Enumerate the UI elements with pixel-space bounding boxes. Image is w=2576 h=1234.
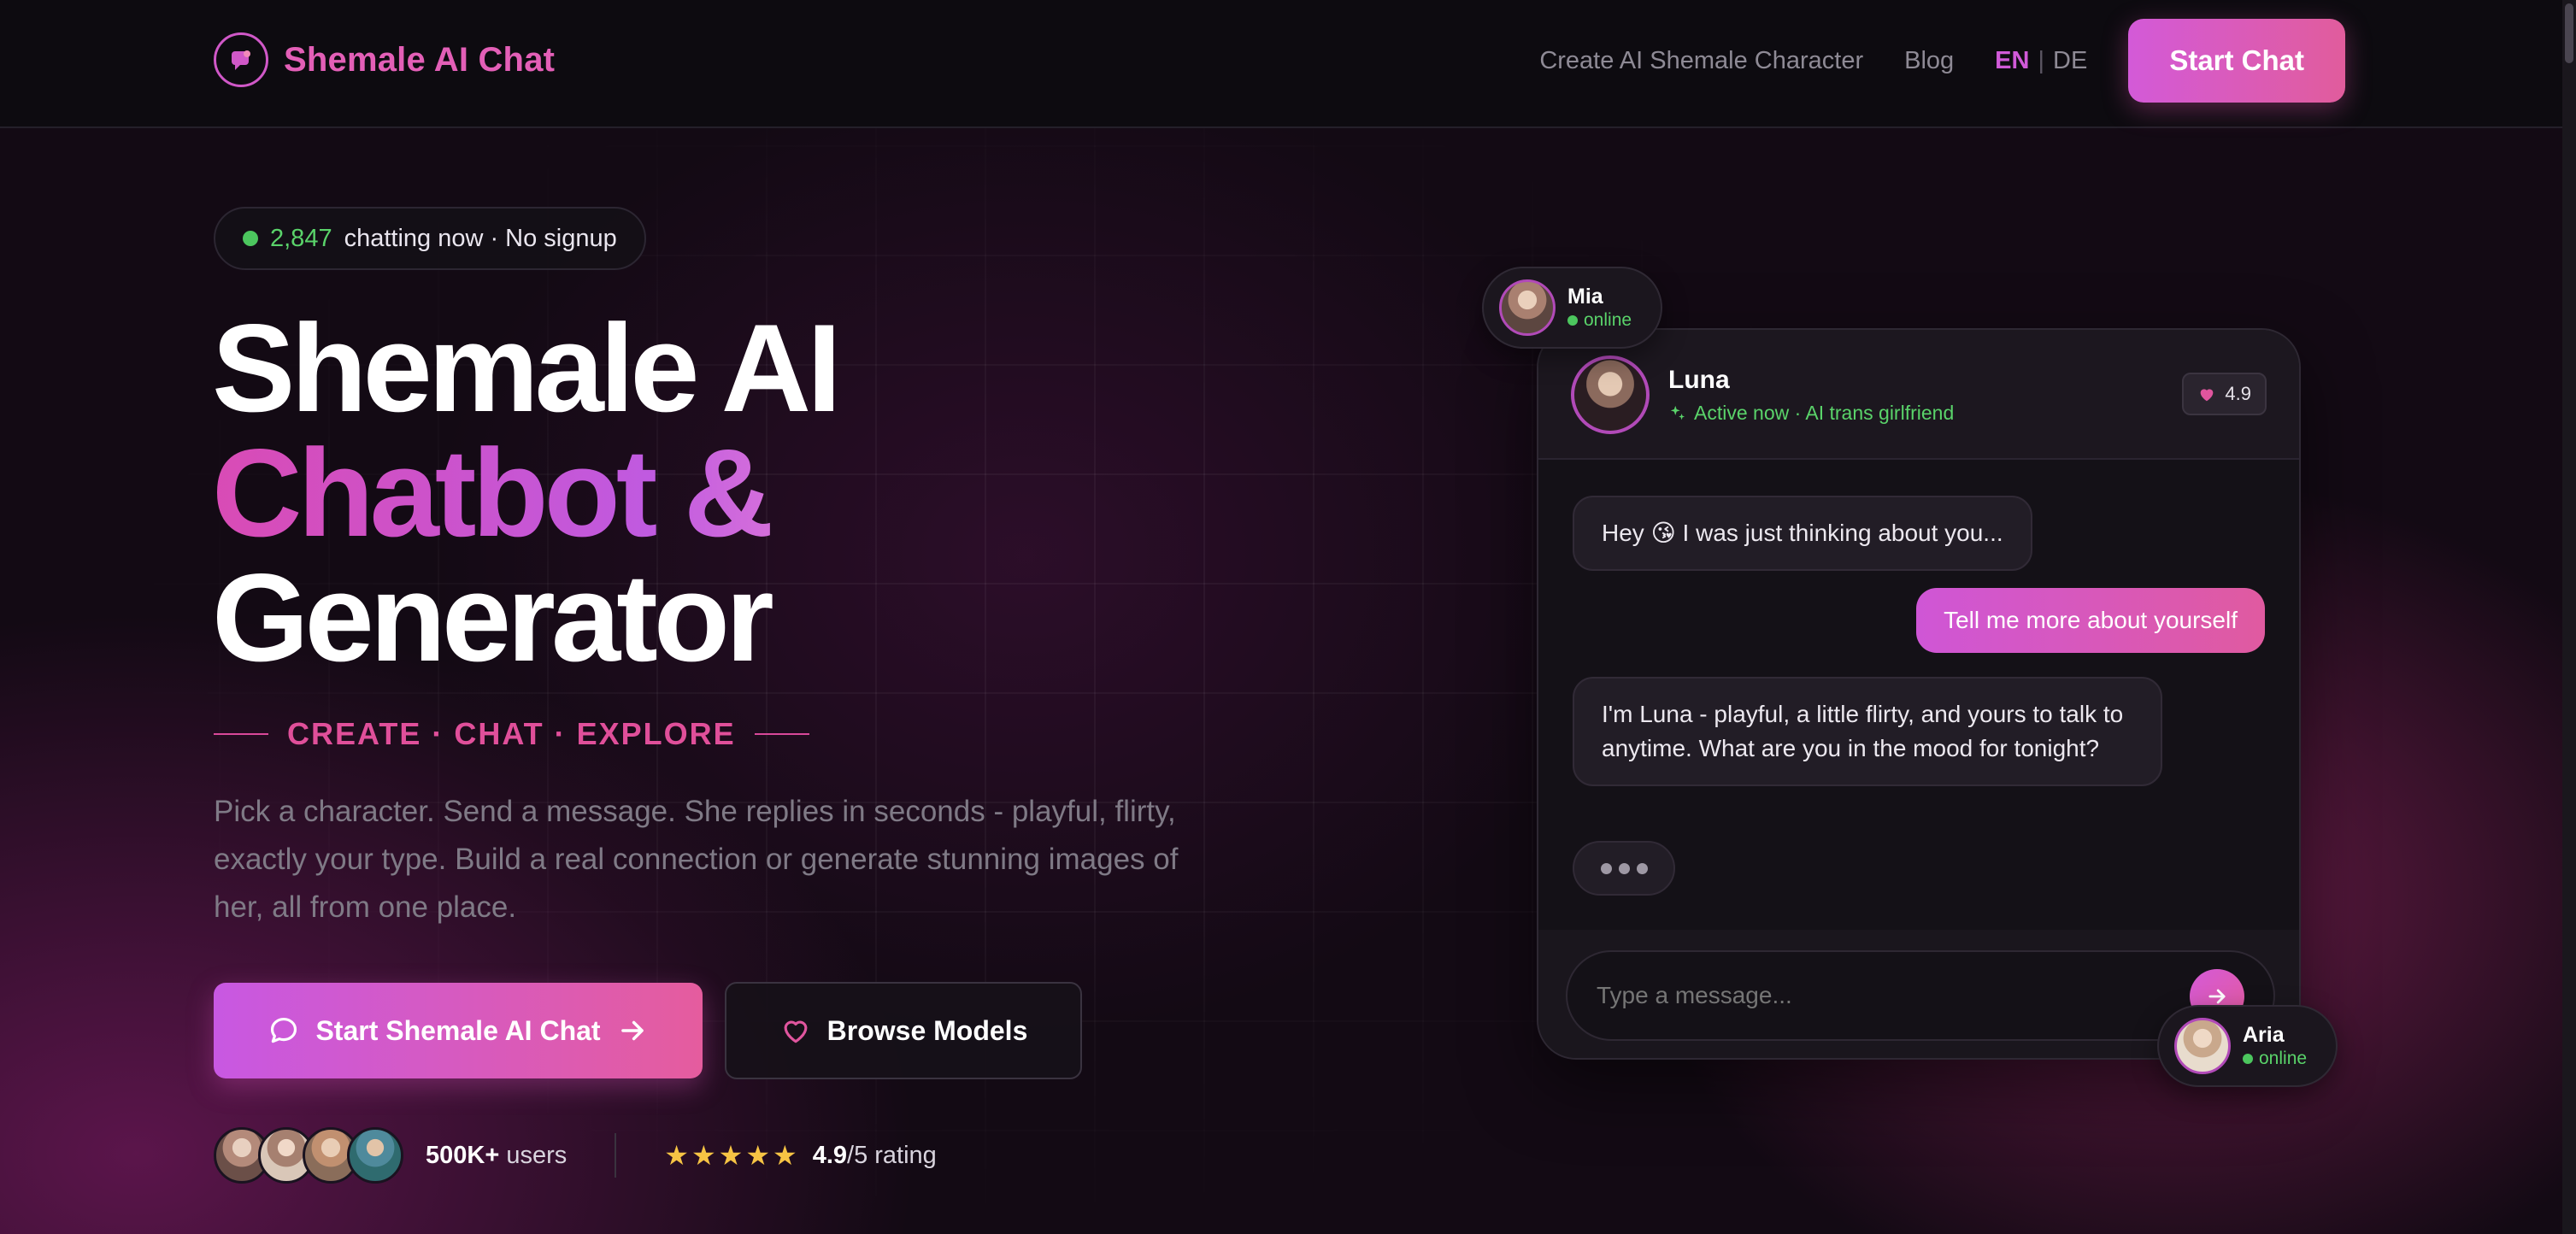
tagline-line-left bbox=[214, 733, 268, 735]
lang-en[interactable]: EN bbox=[1995, 47, 2029, 75]
star-icon: ★ bbox=[691, 1140, 716, 1171]
message-incoming: Hey 😘 I was just thinking about you... bbox=[1573, 496, 2032, 571]
hero-title: Shemale AI Chatbot & Generator bbox=[212, 298, 842, 687]
star-icon: ★ bbox=[773, 1140, 797, 1171]
hero-title-line1: Shemale AI bbox=[212, 298, 842, 438]
typing-dot bbox=[1600, 862, 1612, 874]
hero-tagline: CREATE · CHAT · EXPLORE bbox=[214, 716, 809, 752]
sparkle-icon bbox=[1670, 405, 1685, 420]
avatar bbox=[1499, 279, 1556, 336]
users-number: 500K+ bbox=[426, 1141, 500, 1169]
rating-label: /5 rating bbox=[847, 1141, 937, 1169]
online-dot-icon bbox=[243, 231, 258, 246]
rating-text: 4.9/5 rating bbox=[813, 1142, 937, 1170]
chip-name: Mia bbox=[1567, 285, 1603, 308]
floating-chip-mia[interactable]: Mia online bbox=[1482, 267, 1663, 349]
hero-title-line2: Chatbot & bbox=[212, 431, 838, 555]
message-incoming: I'm Luna - playful, a little flirty, and… bbox=[1573, 677, 2162, 786]
star-icon: ★ bbox=[745, 1140, 770, 1171]
browse-models-button[interactable]: Browse Models bbox=[725, 982, 1082, 1079]
character-rating-value: 4.9 bbox=[2225, 383, 2251, 404]
chip-status-text: online bbox=[2259, 1049, 2308, 1068]
chat-messages: Hey 😘 I was just thinking about you... T… bbox=[1538, 460, 2299, 930]
live-text: chatting now · No signup bbox=[344, 224, 617, 252]
avatar bbox=[2174, 1018, 2231, 1074]
avatar bbox=[1571, 356, 1650, 434]
tagline-text: CREATE · CHAT · EXPLORE bbox=[287, 716, 736, 751]
nav-blog[interactable]: Blog bbox=[1904, 47, 1954, 75]
site-header: Shemale AI Chat Create AI Shemale Charac… bbox=[0, 0, 2576, 128]
users-label: users bbox=[506, 1141, 568, 1169]
heart-icon bbox=[784, 1020, 808, 1043]
divider bbox=[615, 1133, 617, 1178]
chat-preview-card: Luna Active now · AI trans girlfriend 4.… bbox=[1537, 328, 2301, 1060]
chat-bubble-icon bbox=[271, 1017, 297, 1043]
browse-models-label: Browse Models bbox=[826, 1014, 1028, 1046]
chat-character-status: Active now · AI trans girlfriend bbox=[1668, 402, 1954, 425]
user-avatars bbox=[214, 1127, 403, 1184]
character-rating-chip: 4.9 bbox=[2182, 373, 2267, 415]
chip-name: Aria bbox=[2243, 1023, 2285, 1047]
users-count: 500K+ users bbox=[426, 1142, 567, 1170]
typing-dot bbox=[1636, 862, 1648, 874]
page-scrollbar[interactable] bbox=[2562, 0, 2576, 1234]
start-ai-chat-button[interactable]: Start Shemale AI Chat bbox=[214, 983, 703, 1078]
lang-separator: | bbox=[2038, 46, 2045, 74]
online-dot-icon bbox=[2243, 1054, 2253, 1064]
rating-value: 4.9 bbox=[812, 1141, 848, 1169]
chip-status: online bbox=[1567, 309, 1632, 332]
chat-status-text: Active now · AI trans girlfriend bbox=[1694, 402, 1955, 424]
star-icon: ★ bbox=[664, 1140, 689, 1171]
heart-icon bbox=[2201, 389, 2214, 402]
star-icon: ★ bbox=[718, 1140, 744, 1171]
brand-link[interactable]: Shemale AI Chat bbox=[214, 32, 555, 87]
hero-title-line3: Generator bbox=[212, 548, 774, 687]
start-ai-chat-label: Start Shemale AI Chat bbox=[315, 1014, 601, 1046]
social-proof: 500K+ users ★ ★ ★ ★ ★ 4.9/5 rating bbox=[214, 1125, 937, 1186]
rating-stars: ★ ★ ★ ★ ★ bbox=[664, 1139, 797, 1172]
typing-indicator bbox=[1573, 841, 1675, 896]
arrow-right-icon bbox=[620, 1020, 644, 1041]
message-outgoing: Tell me more about yourself bbox=[1916, 588, 2265, 653]
main-nav: Create AI Shemale Character Blog EN | DE… bbox=[1539, 19, 2345, 103]
chat-logo-icon bbox=[214, 32, 268, 87]
live-badge: 2,847 chatting now · No signup bbox=[214, 207, 646, 270]
avatar bbox=[347, 1127, 403, 1184]
live-count: 2,847 bbox=[270, 224, 332, 252]
chip-status-text: online bbox=[1584, 310, 1632, 330]
floating-chip-aria[interactable]: Aria online bbox=[2157, 1005, 2338, 1087]
tagline-line-right bbox=[754, 733, 809, 735]
brand-name: Shemale AI Chat bbox=[284, 40, 556, 79]
lang-de[interactable]: DE bbox=[2053, 47, 2087, 75]
hero-description: Pick a character. Send a message. She re… bbox=[214, 795, 1179, 924]
nav-create-character[interactable]: Create AI Shemale Character bbox=[1539, 47, 1863, 75]
start-chat-button[interactable]: Start Chat bbox=[2128, 19, 2345, 103]
chat-header: Luna Active now · AI trans girlfriend 4.… bbox=[1538, 330, 2299, 460]
online-dot-icon bbox=[1567, 315, 1578, 326]
scrollbar-thumb[interactable] bbox=[2565, 3, 2573, 63]
chip-status: online bbox=[2243, 1048, 2307, 1070]
language-switcher: EN | DE bbox=[1995, 47, 2087, 75]
typing-dot bbox=[1618, 862, 1630, 874]
chat-character-name: Luna bbox=[1668, 366, 1730, 394]
